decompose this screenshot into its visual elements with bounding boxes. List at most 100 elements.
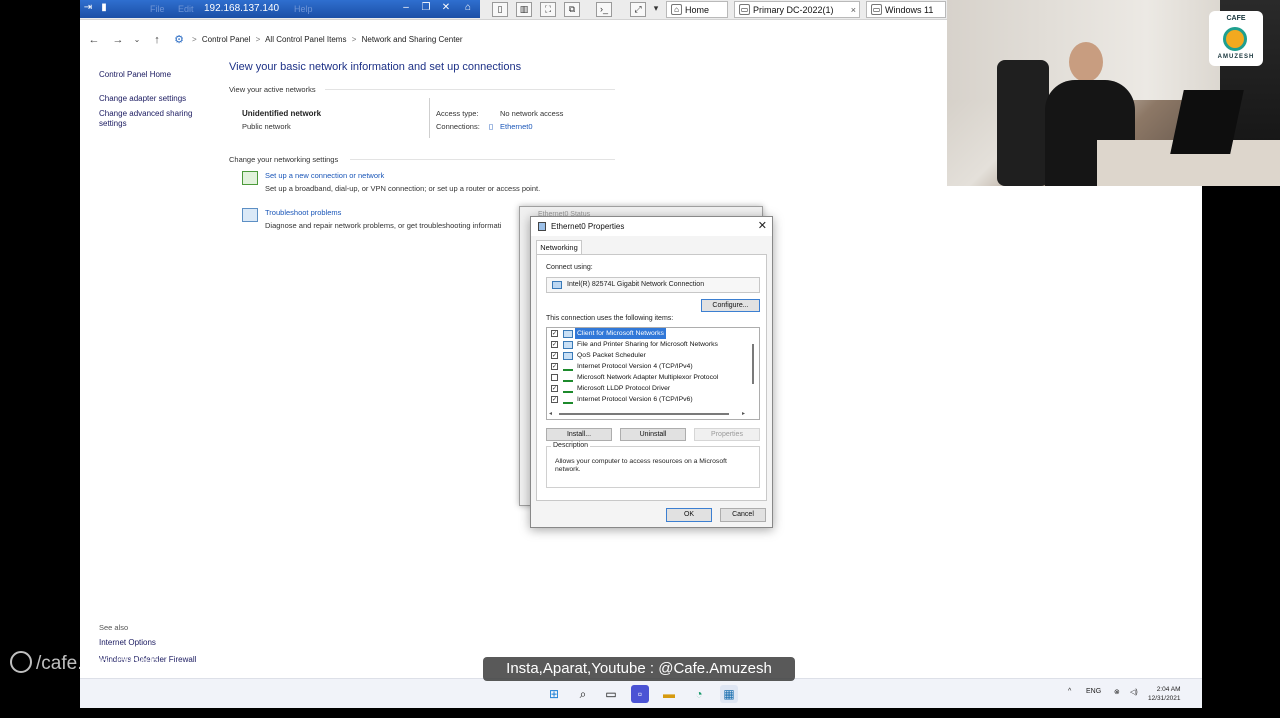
vm-icon: ▭ [739, 4, 750, 15]
item-label: Client for Microsoft Networks [575, 328, 666, 339]
change-advanced-sharing-link[interactable]: Change advanced sharing settings [99, 109, 199, 129]
list-item-ipv4[interactable]: ✓ Internet Protocol Version 4 (TCP/IPv4) [547, 361, 745, 372]
start-icon[interactable]: ⊞ [545, 685, 563, 703]
uninstall-button[interactable]: Uninstall [620, 428, 686, 441]
file-explorer-icon[interactable]: ▬ [660, 685, 678, 703]
tab-windows-11[interactable]: ▭ Windows 11 [866, 1, 946, 18]
control-panel-home-link[interactable]: Control Panel Home [99, 70, 171, 80]
protocol-icon [563, 385, 573, 393]
checkbox[interactable]: ✓ [551, 385, 558, 392]
connection-items-list: ✓ Client for Microsoft Networks ✓ File a… [546, 327, 760, 420]
scroll-left-icon[interactable]: ◂ [549, 410, 552, 417]
scroll-right-icon[interactable]: ▸ [742, 410, 745, 417]
checkbox[interactable]: ✓ [551, 352, 558, 359]
unity-icon[interactable]: ⧉ [564, 2, 580, 17]
scroll-thumb[interactable] [752, 344, 754, 384]
layout-split-icon[interactable]: ▥ [516, 2, 532, 17]
menu-edit[interactable]: Edit [178, 4, 194, 14]
connection-icon[interactable]: ⌂ [462, 2, 474, 14]
tab-close-icon[interactable]: × [851, 2, 856, 18]
install-button[interactable]: Install... [546, 428, 612, 441]
task-view-icon[interactable]: ▭ [602, 685, 620, 703]
pin-icon[interactable]: ⇥ [82, 2, 94, 14]
checkbox[interactable]: ✓ [551, 330, 558, 337]
search-icon[interactable]: ⌕ [574, 685, 592, 703]
language-indicator[interactable]: ENG [1086, 688, 1101, 695]
item-label: Microsoft LLDP Protocol Driver [577, 385, 671, 392]
minimize-icon[interactable]: – [400, 2, 412, 14]
menu-file[interactable]: File [150, 4, 165, 14]
ok-button[interactable]: OK [666, 508, 712, 522]
close-icon[interactable]: ✕ [440, 2, 452, 14]
setup-connection-desc: Set up a broadband, dial-up, or VPN conn… [265, 184, 541, 193]
access-type-label: Access type: [436, 109, 479, 118]
divider [429, 98, 430, 138]
breadcrumb-network-sharing[interactable]: Network and Sharing Center [362, 35, 463, 44]
breadcrumb-separator: > [255, 35, 261, 44]
network-type: Public network [242, 122, 291, 131]
breadcrumb-separator: > [192, 35, 197, 44]
taskbar: ⊞ ⌕ ▭ ▫ ▬ ◔ ▦ ^ ENG ⊗ ◁) 2:04 AM 12/31/2… [80, 678, 1202, 708]
items-label: This connection uses the following items… [546, 315, 674, 322]
home-icon: ⌂ [671, 4, 682, 15]
tab-networking[interactable]: Networking [536, 240, 582, 255]
checkbox[interactable]: ✓ [551, 396, 558, 403]
control-panel-icon: ⚙ [174, 34, 184, 46]
breadcrumb-all-items[interactable]: All Control Panel Items [265, 35, 346, 44]
ethernet0-link[interactable]: Ethernet0 [500, 122, 533, 131]
properties-button[interactable]: Properties [694, 428, 760, 441]
restore-icon[interactable]: ❐ [420, 2, 432, 14]
chevron-down-icon[interactable]: ▾ [648, 2, 664, 17]
list-item-qos-scheduler[interactable]: ✓ QoS Packet Scheduler [547, 350, 745, 361]
logo-text-top: CAFE [1226, 15, 1246, 22]
back-arrow-icon[interactable]: ← [87, 33, 101, 47]
tab-primary-dc-label: Primary DC-2022(1) [753, 5, 834, 15]
checkbox[interactable]: ✓ [551, 363, 558, 370]
forward-arrow-icon[interactable]: → [111, 33, 125, 47]
tab-home[interactable]: ⌂ Home [666, 1, 728, 18]
stretch-icon[interactable]: ⤢ [630, 2, 646, 17]
item-label: Internet Protocol Version 4 (TCP/IPv4) [577, 363, 693, 370]
show-hidden-icons-chevron-icon[interactable]: ^ [1068, 688, 1071, 695]
close-icon[interactable]: ✕ [758, 219, 767, 232]
connection-ip: 192.168.137.140 [204, 3, 280, 14]
network-status-icon[interactable]: ⊗ [1114, 688, 1120, 696]
network-adapter-icon [538, 222, 546, 231]
cancel-button[interactable]: Cancel [720, 508, 766, 522]
list-item-client-ms-networks[interactable]: ✓ Client for Microsoft Networks [547, 328, 745, 339]
configure-button[interactable]: Configure... [701, 299, 760, 312]
internet-options-link[interactable]: Internet Options [99, 638, 156, 648]
up-arrow-icon[interactable]: ↑ [150, 33, 164, 47]
network-sharing-app-icon[interactable]: ▦ [720, 685, 738, 703]
list-item-file-printer-sharing[interactable]: ✓ File and Printer Sharing for Microsoft… [547, 339, 745, 350]
list-item-lldp[interactable]: ✓ Microsoft LLDP Protocol Driver [547, 383, 745, 394]
list-item-multiplexor[interactable]: Microsoft Network Adapter Multiplexor Pr… [547, 372, 745, 383]
vertical-scrollbar[interactable] [748, 330, 758, 409]
volume-icon[interactable]: ◁) [1130, 688, 1138, 696]
divider [325, 89, 615, 90]
layout-single-icon[interactable]: ▯ [492, 2, 508, 17]
list-item-ipv6[interactable]: ✓ Internet Protocol Version 6 (TCP/IPv6) [547, 394, 745, 405]
description-group: Description Allows your computer to acce… [546, 442, 760, 488]
breadcrumb-control-panel[interactable]: Control Panel [202, 35, 250, 44]
horizontal-scrollbar[interactable]: ◂ ▸ [549, 410, 745, 418]
tab-primary-dc[interactable]: ▭ Primary DC-2022(1) × [734, 1, 860, 18]
protocol-icon [563, 363, 573, 371]
fullscreen-icon[interactable]: ⛶ [540, 2, 556, 17]
adapter-field: Intel(R) 82574L Gigabit Network Connecti… [546, 277, 760, 293]
menu-help[interactable]: Help [294, 4, 313, 14]
change-adapter-settings-link[interactable]: Change adapter settings [99, 94, 186, 104]
troubleshoot-link[interactable]: Troubleshoot problems [265, 208, 341, 217]
scroll-thumb[interactable] [559, 413, 729, 415]
ethernet-icon: ▯ [489, 122, 494, 131]
clock[interactable]: 2:04 AM 12/31/2021 [1148, 685, 1181, 703]
protocol-icon [563, 396, 573, 404]
console-icon[interactable]: ›_ [596, 2, 612, 17]
checkbox[interactable]: ✓ [551, 341, 558, 348]
chat-icon[interactable]: ▫ [631, 685, 649, 703]
networking-panel: Connect using: Intel(R) 82574L Gigabit N… [536, 254, 767, 501]
edge-icon[interactable]: ◔ [690, 685, 708, 703]
recent-chevron-icon[interactable]: ⌄ [130, 33, 144, 47]
setup-connection-link[interactable]: Set up a new connection or network [265, 171, 384, 180]
checkbox[interactable] [551, 374, 558, 381]
